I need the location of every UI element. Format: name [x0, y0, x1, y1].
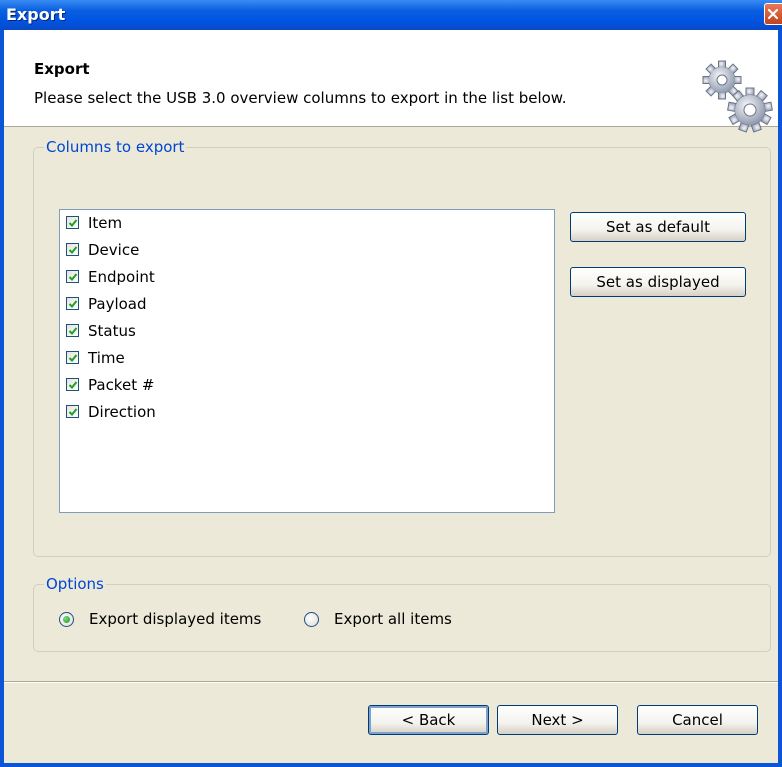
wizard-header: Export Please select the USB 3.0 overvie…	[4, 30, 778, 133]
list-item-label: Item	[88, 214, 123, 232]
check-mark-icon	[68, 327, 78, 335]
check-mark-icon	[68, 354, 78, 362]
list-item-label: Direction	[88, 403, 156, 421]
check-mark-icon	[68, 300, 78, 308]
checkbox-device[interactable]	[66, 243, 79, 256]
cancel-button[interactable]: Cancel	[637, 705, 758, 735]
check-mark-icon	[68, 219, 78, 227]
checkbox-time[interactable]	[66, 351, 79, 364]
checkbox-direction[interactable]	[66, 405, 79, 418]
export-all-radio[interactable]	[304, 612, 319, 627]
window-frame-left	[0, 30, 4, 767]
export-all-label[interactable]: Export all items	[334, 610, 452, 628]
gears-icon	[702, 60, 773, 133]
export-displayed-label[interactable]: Export displayed items	[89, 610, 261, 628]
export-displayed-radio[interactable]	[59, 612, 74, 627]
checkbox-endpoint[interactable]	[66, 270, 79, 283]
check-mark-icon	[68, 246, 78, 254]
list-item-label: Status	[88, 322, 136, 340]
options-group-legend: Options	[44, 575, 106, 593]
check-mark-icon	[68, 273, 78, 281]
window-frame-right	[778, 30, 782, 767]
checkbox-payload[interactable]	[66, 297, 79, 310]
columns-group-legend: Columns to export	[44, 138, 187, 156]
header-title: Export	[34, 60, 90, 78]
checkbox-item[interactable]	[66, 216, 79, 229]
window-frame-bottom	[0, 763, 782, 767]
footer-separator	[4, 681, 778, 683]
set-as-displayed-button[interactable]: Set as displayed	[570, 267, 746, 297]
window-title: Export	[6, 5, 66, 24]
next-button[interactable]: Next >	[497, 705, 618, 735]
list-item-label: Endpoint	[88, 268, 155, 286]
checkbox-status[interactable]	[66, 324, 79, 337]
radio-selected-dot	[63, 616, 70, 623]
back-button[interactable]: < Back	[368, 705, 489, 735]
check-mark-icon	[68, 381, 78, 389]
list-item-label: Packet #	[88, 376, 155, 394]
header-subtitle: Please select the USB 3.0 overview colum…	[34, 89, 567, 107]
check-mark-icon	[68, 408, 78, 416]
set-as-default-button[interactable]: Set as default	[570, 212, 746, 242]
list-item-label: Time	[88, 349, 125, 367]
list-item-label: Device	[88, 241, 140, 259]
checkbox-packet-number[interactable]	[66, 378, 79, 391]
close-button[interactable]	[764, 3, 782, 25]
close-icon	[767, 8, 779, 20]
list-item-label: Payload	[88, 295, 147, 313]
title-bar: Export	[0, 0, 782, 30]
columns-listbox[interactable]: Item Device Endpoint Payload Status Time…	[59, 209, 555, 513]
